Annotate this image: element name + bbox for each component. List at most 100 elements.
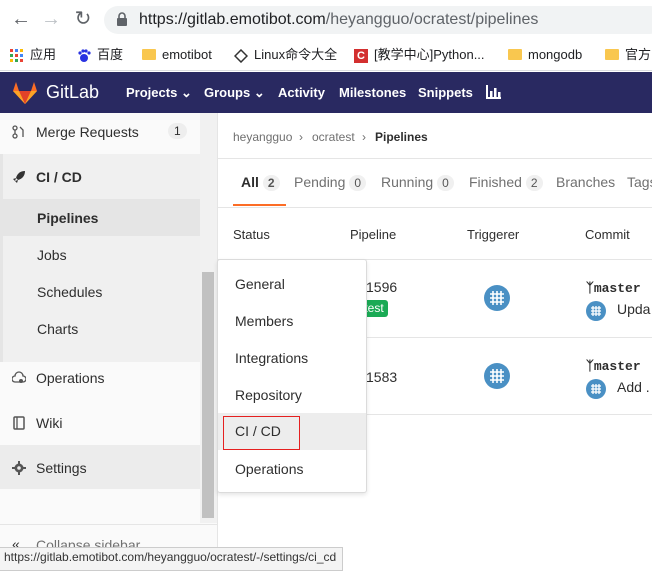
tab-count-badge: 2 (525, 175, 543, 191)
folder-icon (142, 49, 156, 61)
tab-label: All (241, 174, 259, 190)
tab-count-badge: 2 (262, 175, 280, 191)
triggerer-avatar[interactable] (484, 363, 510, 389)
bookmark-emotibot[interactable]: emotibot (142, 46, 212, 64)
commit-message[interactable]: Add . (617, 379, 650, 395)
sidebar-item-cicd[interactable]: CI / CD (0, 159, 200, 196)
triggerer-avatar[interactable] (484, 285, 510, 311)
branch-icon: ᛉ (586, 281, 594, 296)
tab-pending[interactable]: Pending 0 (294, 174, 367, 191)
divider (365, 337, 652, 338)
commit-message[interactable]: Upda (617, 301, 650, 317)
menu-item-label: Members (235, 313, 294, 329)
divider (217, 207, 652, 208)
tab-finished[interactable]: Finished 2 (469, 174, 543, 191)
gitlab-tanuki-icon[interactable] (12, 81, 38, 105)
sidebar-scrollbar[interactable] (202, 272, 214, 518)
reload-icon[interactable]: ↻ (72, 8, 94, 30)
settings-flyout-menu: General Members Integrations Repository … (217, 259, 367, 493)
baidu-paw-icon (78, 48, 91, 62)
column-header-commit: Commit (585, 227, 630, 242)
bookmark-python[interactable]: C [教学中心]Python... (354, 46, 485, 64)
bookmark-official[interactable]: 官方 (605, 46, 651, 64)
sidebar-item-label: Pipelines (37, 210, 99, 226)
nav-activity[interactable]: Activity (278, 85, 325, 100)
forward-arrow-icon[interactable]: → (40, 8, 62, 30)
folder-icon (605, 49, 619, 61)
sidebar-item-label: Schedules (37, 284, 103, 300)
menu-item-repository[interactable]: Repository (218, 377, 366, 414)
chevron-down-icon: ⌄ (253, 85, 265, 100)
bookmarks-bar: 应用 百度 emotibot Linux命令大全 C [教学中心]Python..… (0, 40, 652, 71)
sidebar-item-settings[interactable]: Settings (0, 450, 200, 487)
branch-icon: ᛉ (586, 359, 594, 374)
menu-item-label: Integrations (235, 350, 309, 366)
merge-request-icon (12, 125, 24, 139)
sidebar-item-label: Jobs (37, 247, 67, 263)
back-arrow-icon[interactable]: ← (10, 8, 32, 30)
nav-label: Projects (126, 85, 178, 100)
breadcrumb-item[interactable]: heyangguo (233, 130, 292, 144)
column-header-pipeline: Pipeline (350, 227, 397, 242)
tab-branches[interactable]: Branches (556, 174, 615, 190)
tab-all[interactable]: All 2 (241, 174, 280, 191)
commit-author-avatar[interactable] (586, 379, 606, 399)
menu-item-label: Repository (235, 387, 302, 403)
tab-running[interactable]: Running 0 (381, 174, 454, 191)
sidebar-item-label: Wiki (36, 415, 63, 431)
browser-address-bar: ← → ↻ https://gitlab.emotibot.com/heyang… (0, 0, 652, 40)
tab-tags[interactable]: Tags (627, 174, 652, 190)
tab-label: Finished (469, 174, 522, 190)
c-logo-icon: C (354, 48, 368, 63)
sidebar-item-operations[interactable]: Operations (0, 360, 200, 397)
nav-projects[interactable]: Projects ⌄ (126, 85, 192, 101)
commit-author-avatar[interactable] (586, 301, 606, 321)
chevron-down-icon: ⌄ (180, 85, 192, 100)
menu-item-operations[interactable]: Operations (218, 451, 366, 488)
url-text: https://gitlab.emotibot.com/heyangguo/oc… (139, 11, 538, 29)
column-header-triggerer: Triggerer (467, 227, 520, 242)
pipeline-id[interactable]: 1583 (366, 369, 397, 385)
merge-requests-count-badge: 1 (168, 123, 187, 139)
menu-item-members[interactable]: Members (218, 303, 366, 340)
nav-groups[interactable]: Groups ⌄ (204, 85, 265, 101)
bookmark-linux[interactable]: Linux命令大全 (234, 46, 337, 64)
menu-item-general[interactable]: General (218, 266, 366, 303)
nav-snippets[interactable]: Snippets (418, 85, 473, 100)
apps-grid-icon (10, 48, 23, 62)
bookmark-mongodb[interactable]: mongodb (508, 46, 582, 64)
url-host: https://gitlab.emotibot.com (139, 11, 326, 28)
sidebar-subitem-pipelines[interactable]: Pipelines (0, 200, 200, 237)
commit-branch[interactable]: ᛉmaster (586, 359, 641, 374)
pipeline-id[interactable]: 1596 (366, 279, 397, 295)
menu-item-integrations[interactable]: Integrations (218, 340, 366, 377)
sidebar-subitem-charts[interactable]: Charts (0, 311, 200, 348)
breadcrumb-item[interactable]: ocratest (312, 130, 355, 144)
chart-icon[interactable] (486, 85, 502, 99)
bookmark-apps[interactable]: 应用 (10, 46, 56, 64)
gitlab-brand[interactable]: GitLab (46, 82, 99, 103)
branch-name: master (593, 281, 641, 296)
divider (217, 158, 652, 159)
divider (365, 414, 652, 415)
active-tab-underline (233, 204, 286, 206)
gear-icon (12, 461, 26, 475)
sidebar-item-wiki[interactable]: Wiki (0, 405, 200, 442)
sidebar-subitem-jobs[interactable]: Jobs (0, 237, 200, 274)
commit-branch[interactable]: ᛉmaster (586, 281, 641, 296)
bookmark-label: Linux命令大全 (254, 47, 338, 62)
nav-milestones[interactable]: Milestones (339, 85, 406, 100)
sidebar-item-label: Charts (37, 321, 79, 337)
sidebar-item-label: Merge Requests (36, 124, 139, 140)
bookmark-label: 应用 (30, 47, 57, 62)
branch-name: master (593, 359, 641, 374)
sidebar-item-label: Settings (36, 460, 87, 476)
sidebar-item-label: Operations (36, 370, 105, 386)
bookmark-baidu[interactable]: 百度 (77, 46, 123, 64)
url-path: /heyangguo/ocratest/pipelines (325, 11, 539, 28)
bookmark-label: mongodb (528, 47, 583, 62)
sidebar-subitem-schedules[interactable]: Schedules (0, 274, 200, 311)
tab-count-badge: 0 (437, 175, 454, 191)
lock-icon (117, 12, 127, 26)
sidebar-item-merge-requests[interactable]: Merge Requests 1 (0, 114, 200, 151)
